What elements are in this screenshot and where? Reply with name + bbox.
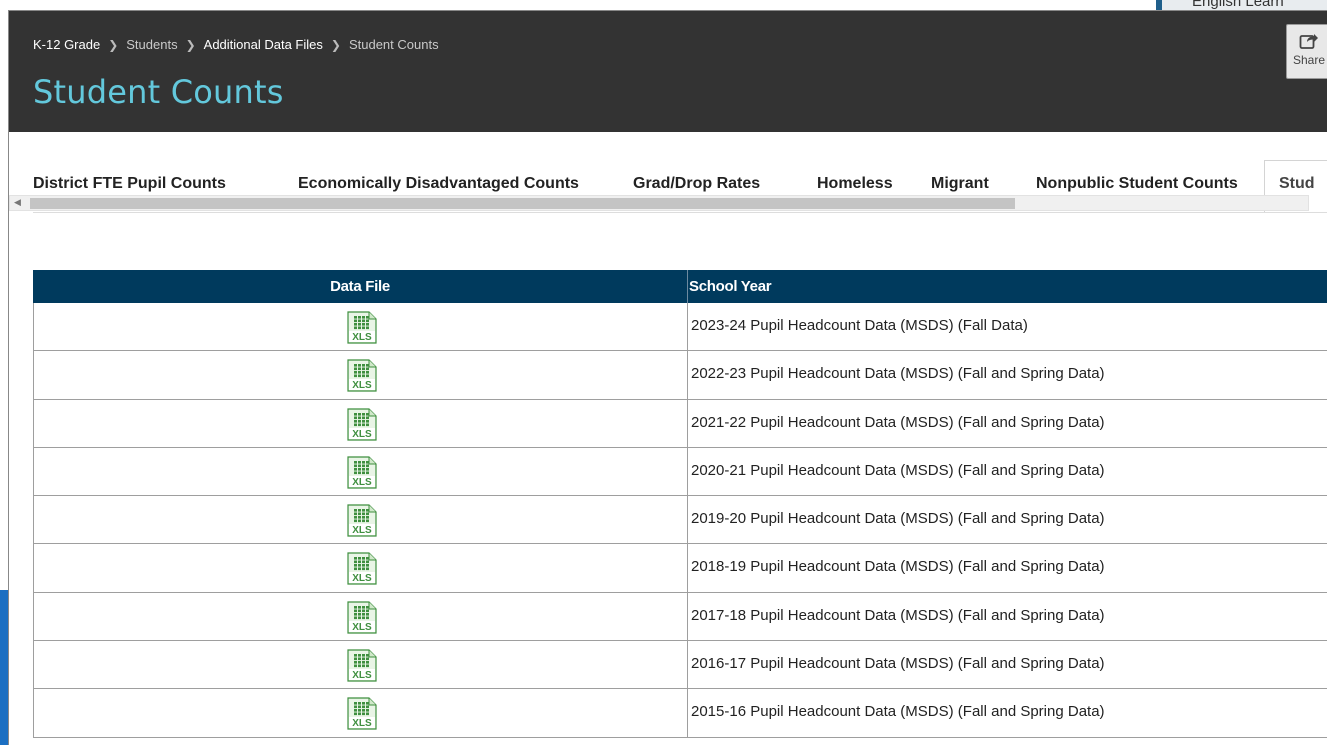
breadcrumb-students[interactable]: Students [126, 37, 177, 52]
data-files-table-body: XLS 2023-24 Pupil Headcount Data (MSDS) (… [33, 303, 1327, 738]
table-row: XLS 2015-16 Pupil Headcount Data (MSDS) (… [33, 689, 1327, 738]
chevron-right-icon: ❯ [108, 38, 119, 52]
school-year-cell: 2019-20 Pupil Headcount Data (MSDS) (Fal… [691, 510, 1105, 528]
table-row: XLS 2019-20 Pupil Headcount Data (MSDS) (… [33, 496, 1327, 545]
xls-file-label: XLS [352, 525, 372, 536]
share-label: Share [1293, 53, 1326, 67]
table-row: XLS 2018-19 Pupil Headcount Data (MSDS) (… [33, 544, 1327, 593]
student-counts-popup: K-12 Grade ❯ Students ❯ Additional Data File… [8, 10, 1327, 745]
xls-file-icon[interactable]: XLS [345, 552, 379, 586]
xls-file-icon[interactable]: XLS [345, 407, 379, 441]
tab-divider [33, 212, 1327, 213]
background-tab: English Learn [1156, 0, 1327, 10]
table-row: XLS 2021-22 Pupil Headcount Data (MSDS) (… [33, 399, 1327, 448]
data-file-cell: XLS [34, 303, 688, 351]
data-file-cell: XLS [34, 496, 688, 544]
xls-file-icon[interactable]: XLS [345, 601, 379, 634]
data-file-cell: XLS [34, 447, 688, 496]
school-year-cell: 2017-18 Pupil Headcount Data (MSDS) (Fal… [691, 606, 1105, 624]
tab-bar: District FTE Pupil Counts Economically D… [9, 132, 1327, 252]
tab-grad-drop-rates[interactable]: Grad/Drop Rates [633, 175, 760, 193]
breadcrumb-k12-grade[interactable]: K-12 Grade [33, 37, 100, 52]
xls-file-icon[interactable]: XLS [345, 504, 379, 537]
data-file-cell: XLS [34, 641, 688, 689]
xls-file-label: XLS [352, 622, 372, 633]
table-row: XLS 2022-23 Pupil Headcount Data (MSDS) (… [33, 351, 1327, 400]
data-file-cell: XLS [34, 351, 688, 399]
school-year-cell: 2018-19 Pupil Headcount Data (MSDS) (Fal… [691, 558, 1105, 576]
data-file-cell: XLS [34, 399, 688, 447]
breadcrumb-student-counts: Student Counts [348, 37, 439, 52]
breadcrumb-additional-data-files[interactable]: Additional Data Files [204, 37, 323, 52]
chevron-right-icon: ❯ [185, 38, 196, 52]
xls-file-label: XLS [352, 573, 372, 584]
school-year-cell: 2023-24 Pupil Headcount Data (MSDS) (Fal… [691, 317, 1028, 334]
data-file-cell: XLS [34, 592, 688, 641]
data-file-cell: XLS [34, 689, 688, 737]
table-row: XLS 2017-18 Pupil Headcount Data (MSDS) (… [33, 592, 1327, 642]
background-sidebar-edge [0, 590, 8, 745]
xls-file-icon[interactable]: XLS [345, 456, 379, 489]
header-divider [687, 270, 688, 303]
tab-horizontal-scrollbar[interactable]: ◀ [9, 195, 1309, 211]
background-tab-label: English Learn [1192, 0, 1284, 10]
school-year-cell: 2020-21 Pupil Headcount Data (MSDS) (Fal… [691, 461, 1105, 479]
page-header: K-12 Grade ❯ Students ❯ Additional Data File… [9, 11, 1327, 132]
page-title: Student Counts [33, 73, 284, 111]
chevron-right-icon: ❯ [330, 38, 341, 52]
column-header-school-year: School Year [689, 278, 772, 295]
xls-file-icon[interactable]: XLS [345, 359, 379, 392]
table-row: XLS 2016-17 Pupil Headcount Data (MSDS) (… [33, 641, 1327, 690]
xls-file-label: XLS [352, 332, 372, 343]
xls-file-label: XLS [352, 718, 372, 729]
share-icon [1299, 34, 1318, 49]
xls-file-label: XLS [352, 477, 372, 488]
tab-active-label: Stud [1279, 175, 1315, 192]
background-page [0, 0, 1327, 10]
breadcrumb: K-12 Grade ❯ Students ❯ Additional Data File… [33, 37, 439, 52]
tab-nonpublic-student-counts[interactable]: Nonpublic Student Counts [1036, 175, 1238, 193]
school-year-cell: 2022-23 Pupil Headcount Data (MSDS) (Fal… [691, 365, 1105, 383]
share-button[interactable]: Share [1286, 24, 1327, 79]
table-header: Data File School Year [33, 270, 1327, 303]
tab-migrant[interactable]: Migrant [931, 175, 989, 193]
table-row: XLS 2023-24 Pupil Headcount Data (MSDS) (… [33, 303, 1327, 352]
xls-file-label: XLS [352, 429, 372, 440]
tab-homeless[interactable]: Homeless [817, 175, 893, 193]
tab-economically-disadvantaged-counts[interactable]: Economically Disadvantaged Counts [298, 175, 579, 193]
tab-district-fte-pupil-counts[interactable]: District FTE Pupil Counts [33, 175, 226, 193]
scrollbar-thumb[interactable] [30, 198, 1015, 209]
school-year-cell: 2015-16 Pupil Headcount Data (MSDS) (Fal… [691, 703, 1105, 721]
scroll-left-arrow-icon[interactable]: ◀ [14, 197, 21, 208]
xls-file-icon[interactable]: XLS [345, 649, 379, 682]
school-year-cell: 2016-17 Pupil Headcount Data (MSDS) (Fal… [691, 655, 1105, 673]
table-row: XLS 2020-21 Pupil Headcount Data (MSDS) (… [33, 447, 1327, 497]
column-header-data-file: Data File [330, 278, 390, 295]
data-file-cell: XLS [34, 544, 688, 592]
xls-file-icon[interactable]: XLS [345, 311, 379, 344]
xls-file-label: XLS [352, 380, 372, 391]
school-year-cell: 2021-22 Pupil Headcount Data (MSDS) (Fal… [691, 413, 1105, 431]
xls-file-label: XLS [352, 670, 372, 681]
xls-file-icon[interactable]: XLS [345, 697, 379, 730]
